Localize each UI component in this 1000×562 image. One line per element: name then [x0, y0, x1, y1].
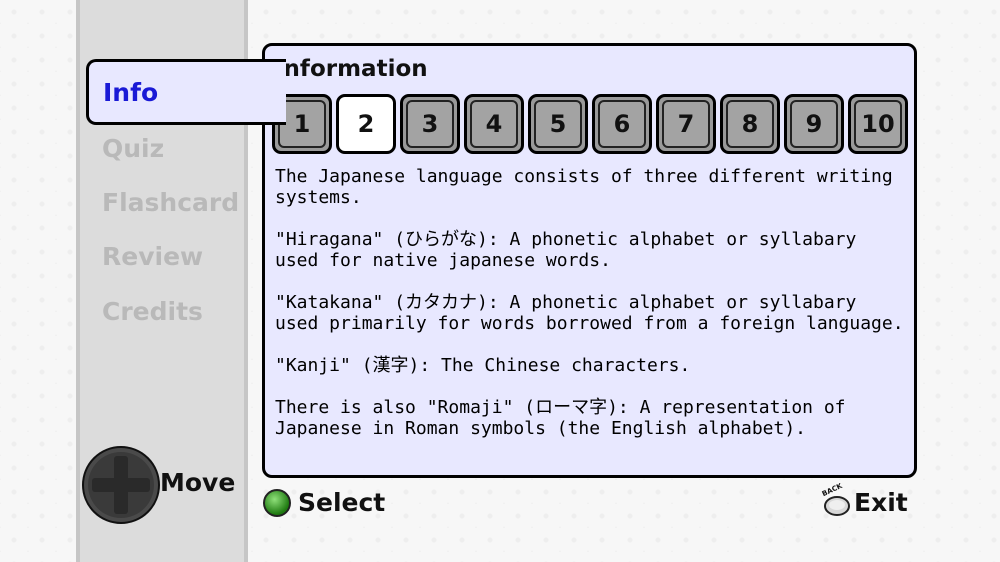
- tab-label: 9: [805, 110, 823, 138]
- panel-title: Information: [275, 56, 428, 82]
- tab-page-9[interactable]: 9: [784, 94, 844, 154]
- info-paragraph: "Hiragana" (ひらがな): A phonetic alphabet o…: [275, 229, 857, 271]
- tab-label: 3: [421, 110, 439, 138]
- tab-page-4[interactable]: 4: [464, 94, 524, 154]
- menu-item-info[interactable]: Info: [86, 59, 286, 125]
- tab-page-10[interactable]: 10: [848, 94, 908, 154]
- menu-item-flashcard[interactable]: Flashcard: [102, 188, 239, 217]
- menu-item-quiz[interactable]: Quiz: [102, 134, 164, 163]
- exit-button-label[interactable]: Exit: [854, 488, 908, 517]
- select-button-label[interactable]: Select: [298, 488, 385, 517]
- tab-page-3[interactable]: 3: [400, 94, 460, 154]
- tab-label: 5: [549, 110, 567, 138]
- page-tabs: 1 2 3 4 5 6 7 8 9 10: [272, 94, 912, 156]
- info-paragraph: "Katakana" (カタカナ): A phonetic alphabet o…: [275, 292, 904, 334]
- tab-page-8[interactable]: 8: [720, 94, 780, 154]
- tab-label: 7: [677, 110, 695, 138]
- back-button-text: BACK: [821, 483, 844, 498]
- tab-label: 2: [357, 110, 375, 138]
- tab-page-5[interactable]: 5: [528, 94, 588, 154]
- menu-item-info-label: Info: [103, 78, 159, 107]
- tab-label: 6: [613, 110, 631, 138]
- tab-page-7[interactable]: 7: [656, 94, 716, 154]
- tab-label: 4: [485, 110, 503, 138]
- a-button-icon[interactable]: [263, 489, 291, 517]
- tab-page-6[interactable]: 6: [592, 94, 652, 154]
- move-label: Move: [160, 468, 236, 497]
- info-panel: Information 1 2 3 4 5 6 7 8 9 10 The Jap…: [262, 43, 917, 478]
- dpad-icon: [82, 446, 160, 524]
- tab-label: 1: [293, 110, 311, 138]
- menu-item-credits[interactable]: Credits: [102, 297, 203, 326]
- back-button-icon[interactable]: BACK: [818, 483, 852, 517]
- info-paragraph: "Kanji" (漢字): The Chinese characters.: [275, 355, 691, 376]
- tab-label: 10: [861, 110, 895, 138]
- menu-item-review[interactable]: Review: [102, 242, 203, 271]
- info-body-text: The Japanese language consists of three …: [275, 166, 910, 460]
- info-paragraph: There is also "Romaji" (ローマ字): A represe…: [275, 397, 846, 439]
- tab-page-2[interactable]: 2: [336, 94, 396, 154]
- tab-label: 8: [741, 110, 759, 138]
- info-paragraph: The Japanese language consists of three …: [275, 166, 893, 208]
